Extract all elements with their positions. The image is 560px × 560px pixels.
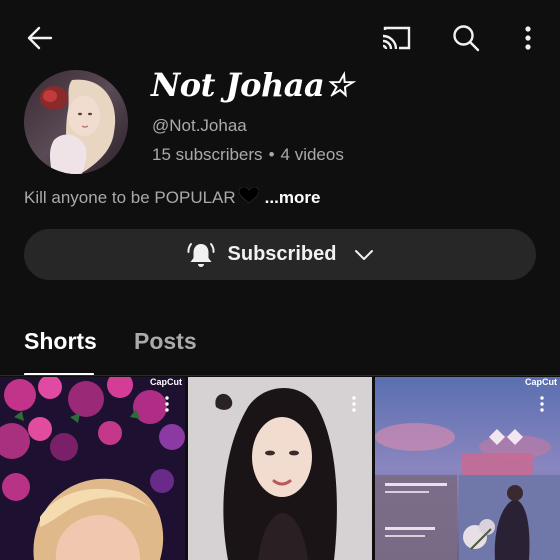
search-button[interactable] [446,18,486,58]
subscriber-count: 15 subscribers [152,145,263,164]
subscribed-button[interactable]: Subscribed [24,229,536,280]
channel-name: Not Johaa☆ [151,66,353,104]
cast-icon [382,26,411,50]
short-thumbnail-image [0,377,185,560]
tabs-divider [0,375,560,376]
more-vertical-icon [525,26,531,50]
more-link[interactable]: ...more [265,188,321,207]
short-more-button[interactable] [159,393,175,415]
search-icon [453,25,480,52]
tab-posts[interactable]: Posts [134,328,197,355]
channel-handle: @Not.Johaa [152,116,247,135]
short-thumbnail-image [188,377,372,560]
bell-icon [186,240,216,270]
back-arrow-icon [27,26,53,50]
description-text: Kill anyone to be POPULAR [24,188,236,207]
top-bar [0,0,560,72]
channel-stats: 15 subscribers • 4 videos [152,145,344,165]
shorts-grid: CapCut CapCut [0,377,560,560]
short-more-button[interactable] [346,393,362,415]
short-thumbnail[interactable]: CapCut [375,377,560,560]
channel-avatar[interactable] [24,70,128,174]
tab-shorts[interactable]: Shorts [24,328,97,355]
channel-description[interactable]: Kill anyone to be POPULAR ...more [24,186,321,209]
video-count: 4 videos [280,145,344,164]
capcut-watermark: CapCut [150,377,182,387]
back-button[interactable] [20,18,60,58]
subscribed-label: Subscribed [227,243,337,265]
chevron-down-icon [354,249,374,261]
more-vertical-icon [165,396,169,412]
more-vertical-icon [352,396,356,412]
channel-tabs: Shorts Posts [0,316,560,376]
short-thumbnail[interactable]: CapCut [0,377,185,560]
short-thumbnail[interactable] [188,377,372,560]
stats-separator: • [268,145,275,164]
more-options-button[interactable] [508,18,548,58]
more-vertical-icon [540,396,544,412]
short-thumbnail-image [375,377,560,560]
short-more-button[interactable] [534,393,550,415]
capcut-watermark: CapCut [525,377,557,387]
cast-button[interactable] [376,18,416,58]
black-heart-icon [238,186,259,209]
